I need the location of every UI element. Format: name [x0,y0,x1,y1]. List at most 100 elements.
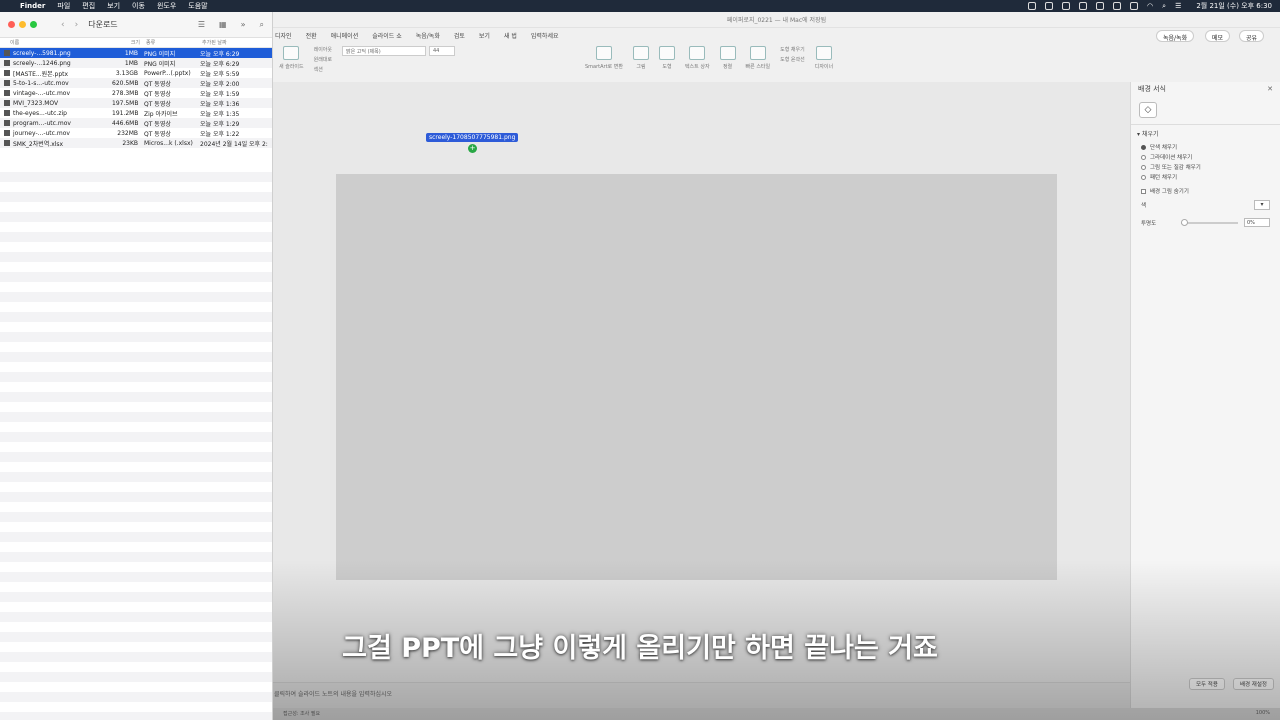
font-icon[interactable] [1113,2,1122,10]
tab-review[interactable]: 검토 [454,31,465,40]
font-name-field[interactable]: 맑은 고딕 (제목) [342,46,426,56]
file-icon [4,50,10,56]
file-date: 오늘 오후 1:29 [200,120,240,128]
menu-edit[interactable]: 편집 [82,1,95,11]
control-center-icon[interactable]: ☰ [1175,2,1181,10]
search-icon[interactable]: ⌕ [260,20,264,30]
notes-icon[interactable] [1062,2,1071,10]
menu-app-finder[interactable]: Finder [20,2,45,10]
notes-field[interactable]: 클릭하여 슬라이드 노트의 내용을 입력하십시오 [273,682,1130,708]
input-source-icon[interactable] [1130,2,1139,10]
file-row[interactable]: MVI_7323.MOV 197.5MB QT 동영상 오늘 오후 1:36 [0,98,272,108]
file-row[interactable]: [MASTE...원본.pptx 3.13GB PowerP...(.pptx) 오늘… [0,68,272,78]
paint-bucket-icon[interactable]: ◇ [1139,102,1157,118]
file-row[interactable]: vintage-...-utc.mov 278.3MB QT 동영상 오늘 오후 1:… [0,88,272,98]
file-name: vintage-...-utc.mov [4,90,112,97]
tab-new[interactable]: 새 법 [504,31,517,40]
more-icon[interactable]: » [241,20,246,30]
solid-fill-option[interactable]: 단색 채우기 [1131,142,1280,152]
apply-all-button[interactable]: 모두 적용 [1188,678,1225,690]
file-row[interactable]: 5-to-1-s...-utc.mov 620.5MB QT 동영상 오늘 오후 2:… [0,78,272,88]
col-date[interactable]: 추가된 날짜 [202,39,266,46]
lock-icon[interactable] [1079,2,1088,10]
file-kind: PowerP...(.pptx) [144,69,191,77]
file-row[interactable]: SMK_2차번역.xlsx 23KB Micros...k (.xlsx) 2024년… [0,138,272,148]
slider-knob[interactable] [1181,218,1188,226]
close-icon[interactable] [8,21,15,28]
back-icon[interactable]: ‹ [61,20,65,30]
file-row[interactable]: program...-utc.mov 446.6MB QT 동영상 오늘 오후 1:2… [0,118,272,128]
menu-help[interactable]: 도움말 [188,1,207,11]
arrange-button[interactable]: 정렬 [719,46,736,70]
menu-go[interactable]: 이동 [132,1,145,11]
tab-view[interactable]: 보기 [479,31,490,40]
minimize-icon[interactable] [19,21,26,28]
record-button[interactable]: 녹음/녹화 [1156,30,1195,42]
file-date: 오늘 오후 2:00 [200,80,240,88]
col-kind[interactable]: 종류 [146,39,202,46]
memo-button[interactable]: 메모 [1205,30,1231,42]
menu-clock[interactable]: 2월 21일 (수) 오후 6:30 [1196,1,1272,11]
color-picker-button[interactable]: ▾ [1254,200,1270,210]
tell-me-field[interactable]: 입력하세요 [531,31,559,40]
shape-outline-button[interactable]: 도형 윤곽선 [780,56,805,63]
wifi-icon[interactable]: ◠ [1147,2,1153,10]
accessibility-status[interactable]: 접근성: 조사 필요 [283,711,320,717]
tab-transitions[interactable]: 전환 [306,31,317,40]
file-name-text: the-eyes...-utc.zip [13,109,67,117]
share-button[interactable]: 공유 [1239,30,1265,42]
gradient-fill-option[interactable]: 그라데이션 채우기 [1131,152,1280,162]
slide[interactable] [336,174,1057,580]
list-view-icon[interactable]: ☰ [198,20,205,30]
record-icon[interactable] [1028,2,1037,10]
transparency-field[interactable]: 0% [1244,218,1270,227]
menu-file[interactable]: 파일 [57,1,70,11]
search-icon[interactable]: ⌕ [1162,2,1166,11]
tab-design[interactable]: 디자인 [275,31,292,40]
display-icon[interactable] [1045,2,1054,10]
zoom-level[interactable]: 100% [1256,710,1270,716]
slide-canvas[interactable]: screely-1708507775981.png + [273,82,1130,682]
fill-section-header[interactable]: ▾ 채우기 [1131,124,1280,142]
designer-button[interactable]: 디자이너 [815,46,833,70]
reset-button[interactable]: 원래대로 [314,56,332,63]
shape-fill-button[interactable]: 도형 채우기 [780,46,805,53]
file-icon [4,60,10,66]
col-name[interactable]: 이름 [6,39,114,46]
file-row[interactable]: journey-...-utc.mov 232MB QT 동영상 오늘 오후 1:22 [0,128,272,138]
zoom-icon[interactable] [30,21,37,28]
quick-styles-button[interactable]: 빠른 스타일 [746,46,770,70]
textbox-button[interactable]: 텍스트 상자 [685,46,710,70]
radio-icon [1141,154,1146,160]
section-button[interactable]: 섹션 [314,66,323,73]
file-name-text: 5-to-1-s...-utc.mov [13,79,69,87]
menu-view[interactable]: 보기 [107,1,120,11]
file-name: the-eyes...-utc.zip [4,110,112,117]
file-row[interactable]: the-eyes...-utc.zip 191.2MB Zip 아카이브 오늘 오후 … [0,108,272,118]
file-kind: QT 동영상 [144,120,171,128]
group-icon[interactable]: ▦ [219,20,227,30]
new-slide-button[interactable]: 새 슬라이드 [279,46,304,70]
transparency-slider[interactable] [1181,218,1238,226]
tab-record[interactable]: 녹음/녹화 [416,31,440,40]
finder-toolbar: ‹ › 다운로드 ☰ ▦ » ⌕ [0,12,272,38]
layout-button[interactable]: 레이아웃 [314,46,332,53]
shapes-button[interactable]: 도형 [658,46,675,70]
forward-icon[interactable]: › [75,20,79,30]
reset-bg-button[interactable]: 배경 재설정 [1232,678,1274,690]
hide-bg-checkbox[interactable]: 배경 그림 숨기기 [1131,186,1280,196]
pattern-fill-option[interactable]: 패턴 채우기 [1131,172,1280,182]
file-row[interactable]: screely-...5981.png 1MB PNG 이미지 오늘 오후 6:29 [0,48,272,58]
picture-fill-option[interactable]: 그림 또는 질감 채우기 [1131,162,1280,172]
file-row[interactable]: screely-...1246.png 1MB PNG 이미지 오늘 오후 6:29 [0,58,272,68]
smartart-button[interactable]: SmartArt로 변환 [585,46,623,70]
col-size[interactable]: 크기 [114,39,140,46]
picture-icon [632,46,649,60]
close-icon[interactable]: ✕ [1267,85,1273,93]
menu-window[interactable]: 윈도우 [157,1,176,11]
font-size-field[interactable]: 44 [429,46,455,56]
picture-button[interactable]: 그림 [632,46,649,70]
tab-slideshow[interactable]: 슬라이드 쇼 [372,31,402,40]
battery-icon[interactable] [1096,2,1105,10]
tab-animations[interactable]: 애니메이션 [331,31,359,40]
